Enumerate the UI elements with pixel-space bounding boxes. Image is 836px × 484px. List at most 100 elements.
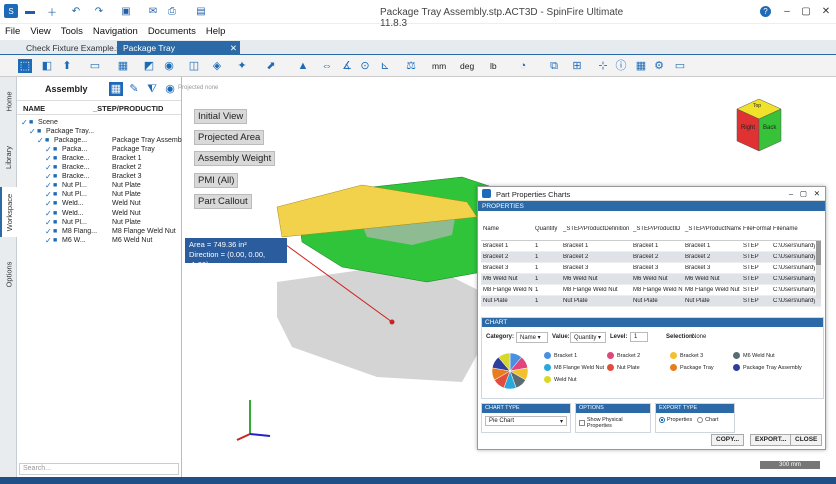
home-view-icon[interactable]: ⬆ <box>60 59 74 73</box>
dialog-close-icon[interactable]: ✕ <box>814 189 820 198</box>
filter-icon[interactable]: ⧨ <box>145 82 159 96</box>
menu-file[interactable]: File <box>0 24 25 40</box>
unit-length[interactable]: mm <box>432 61 446 71</box>
table-scrollbar[interactable] <box>816 241 821 299</box>
pie-chart[interactable] <box>490 351 530 391</box>
column-header[interactable]: _STEP/ProductID <box>631 226 683 232</box>
compare-icon[interactable]: ⧉ <box>547 59 561 73</box>
export-chart-radio[interactable] <box>697 417 704 423</box>
show-physical-checkbox[interactable]: Show Physical Properties <box>579 417 647 429</box>
dialog-minimize-icon[interactable]: – <box>789 189 793 198</box>
column-header[interactable]: _STEP/ProductName <box>683 226 741 232</box>
side-tab-options[interactable]: Options <box>0 252 17 297</box>
new-icon[interactable]: ＋ <box>46 6 58 19</box>
close-button[interactable]: CLOSE <box>790 434 823 446</box>
check-icon[interactable]: ✓ <box>21 118 29 127</box>
align-icon[interactable]: ⊞ <box>570 59 584 73</box>
side-tab-library[interactable]: Library <box>0 137 17 177</box>
save-icon[interactable]: ▣ <box>120 6 132 17</box>
legend-item[interactable]: M8 Flange Weld Nut <box>544 364 604 371</box>
legend-item[interactable]: Bracket 2 <box>607 352 640 359</box>
axis-icon[interactable]: ⊹ <box>596 59 610 73</box>
close-icon[interactable]: ✕ <box>820 6 832 17</box>
redo-icon[interactable]: ↷ <box>93 6 105 17</box>
monitor-icon[interactable]: ▭ <box>673 59 687 73</box>
column-header[interactable]: _STEP/ProductDefinition <box>561 226 631 232</box>
print-icon[interactable]: ⎙ <box>166 6 178 17</box>
table-row[interactable]: M6 Weld Nut 1 M6 Weld Nut M6 Weld Nut M6 Wel… <box>481 274 821 285</box>
dialog-maximize-icon[interactable]: ▢ <box>800 189 807 198</box>
category-select[interactable]: Name ▾ <box>516 332 548 343</box>
table-row[interactable]: Nut Plate 1 Nut Plate Nut Plate Nut Plate STE… <box>481 296 821 307</box>
col-name[interactable]: NAME <box>17 104 93 114</box>
check-icon[interactable]: ✓ <box>45 236 53 245</box>
open-icon[interactable]: ▬ <box>24 6 36 17</box>
radius-icon[interactable]: ⊙ <box>358 59 372 73</box>
table-row[interactable]: Bracket 2 1 Bracket 2 Bracket 2 Bracket 2 STE… <box>481 252 821 263</box>
menu-navigation[interactable]: Navigation <box>88 24 143 40</box>
legend-item[interactable]: M6 Weld Nut <box>733 352 775 359</box>
part-callout-button[interactable]: Part Callout <box>194 194 252 209</box>
menu-view[interactable]: View <box>25 24 55 40</box>
legend-item[interactable]: Bracket 3 <box>670 352 703 359</box>
box-icon[interactable]: ◩ <box>142 59 156 73</box>
column-header[interactable]: Quantity <box>533 226 561 232</box>
legend-item[interactable]: Package Tray Assembly <box>733 364 802 371</box>
annotation-icon[interactable]: ▲ <box>296 59 310 73</box>
unit-mass[interactable]: lb <box>490 61 497 71</box>
export-button[interactable]: EXPORT... <box>750 434 792 446</box>
chart-type-select[interactable]: Pie Chart ▾ <box>485 416 567 426</box>
undo-icon[interactable]: ↶ <box>70 6 82 17</box>
check-icon[interactable]: ✓ <box>37 136 45 145</box>
menu-help[interactable]: Help <box>201 24 231 40</box>
grid-view-icon[interactable]: ▦ <box>109 82 123 96</box>
select-icon[interactable]: ⬚ <box>18 59 32 73</box>
legend-item[interactable]: Package Tray <box>670 364 714 371</box>
unit-angle[interactable]: deg <box>460 61 474 71</box>
gear-icon[interactable]: ⚙ <box>652 59 666 73</box>
display-icon[interactable]: ▭ <box>88 59 102 73</box>
tree-row[interactable]: ✓ ■ M6 W... M6 Weld Nut <box>45 235 152 245</box>
column-header[interactable]: Filename <box>771 226 815 232</box>
table-row[interactable]: M8 Flange Weld Nut 1 M8 Flange Weld Nut M8 … <box>481 285 821 296</box>
pmi-icon[interactable]: ⬈ <box>264 59 278 73</box>
export-properties-radio[interactable] <box>659 417 665 423</box>
copy-button[interactable]: COPY... <box>711 434 745 446</box>
color-icon[interactable]: ◔ <box>516 59 530 73</box>
column-header[interactable]: FileFormat <box>741 226 771 232</box>
col-product-id[interactable]: _STEP/PRODUCTID <box>93 104 163 114</box>
shading-icon[interactable]: ◉ <box>162 59 176 73</box>
projected-area-button[interactable]: Projected Area <box>194 130 265 145</box>
measure-icon[interactable]: ◫ <box>187 59 201 73</box>
tab-package-tray[interactable]: Package Tray Assembly.stp.ACT3D ✕ <box>117 41 240 63</box>
table-row[interactable]: Bracket 1 1 Bracket 1 Bracket 1 Bracket 1 STE… <box>481 241 821 252</box>
legend-item[interactable]: Nut Plate <box>607 364 640 371</box>
maximize-icon[interactable]: ▢ <box>800 6 812 17</box>
legend-item[interactable]: Bracket 1 <box>544 352 577 359</box>
menu-documents[interactable]: Documents <box>143 24 201 40</box>
cube-view-icon[interactable]: ◧ <box>40 59 54 73</box>
level-input[interactable]: 1 <box>630 332 648 342</box>
snapshot-icon[interactable]: ▤ <box>195 6 207 17</box>
view-cube[interactable]: Top Right Back <box>735 95 783 152</box>
value-select[interactable]: Quantity ▾ <box>570 332 606 343</box>
check-icon[interactable]: ✓ <box>29 127 37 136</box>
side-tab-workspace[interactable]: Workspace <box>0 187 17 237</box>
section-icon[interactable]: ◈ <box>210 59 224 73</box>
distance-icon[interactable]: ⇔ <box>320 59 334 73</box>
legend-item[interactable]: Weld Nut <box>544 376 577 383</box>
report-icon[interactable]: ▦ <box>634 59 648 73</box>
weight-icon[interactable]: ⚖ <box>404 59 418 73</box>
minimize-icon[interactable]: – <box>781 6 793 17</box>
mail-icon[interactable]: ✉ <box>147 6 159 17</box>
tab-close-icon[interactable]: ✕ <box>230 43 237 54</box>
column-header[interactable]: Name <box>481 226 533 232</box>
layout-icon[interactable]: ▦ <box>116 59 130 73</box>
explode-icon[interactable]: ✦ <box>235 59 249 73</box>
side-tab-home[interactable]: Home <box>0 81 17 121</box>
assembly-weight-button[interactable]: Assembly Weight <box>194 151 276 166</box>
graph-icon[interactable]: ⊾ <box>378 59 392 73</box>
search-input[interactable]: Search... <box>19 463 179 475</box>
info-icon[interactable]: ⓘ <box>614 59 628 73</box>
pmi-all-button[interactable]: PMI (All) <box>194 173 239 188</box>
